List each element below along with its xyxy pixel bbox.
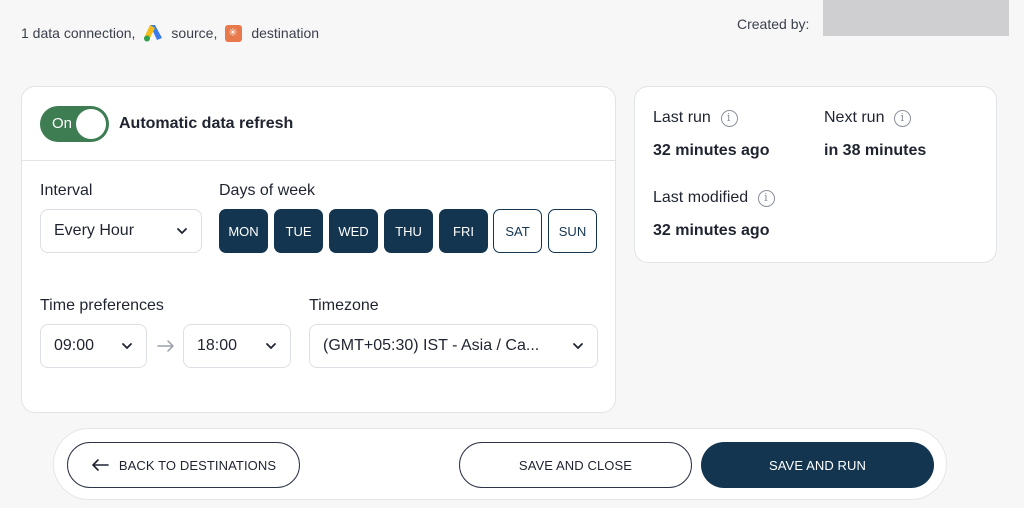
day-sat-toggle[interactable]: SAT [493,209,542,253]
day-thu-toggle[interactable]: THU [384,209,433,253]
end-time-select[interactable]: 18:00 [183,324,291,368]
last-run-label: Last run [653,109,711,126]
next-run-value: in 38 minutes [824,142,927,159]
timezone-value: (GMT+05:30) IST - Asia / Ca... [323,337,540,354]
day-wed-toggle[interactable]: WED [329,209,378,253]
google-ads-icon [144,25,163,42]
refresh-header: On Automatic data refresh [22,87,615,161]
last-run-header: Last run [653,109,738,127]
back-to-destinations-button[interactable]: BACK TO DESTINATIONS [67,442,300,488]
chevron-down-icon [177,228,187,235]
start-time-value: 09:00 [54,337,95,354]
interval-label: Interval [40,182,93,199]
start-time-select[interactable]: 09:00 [40,324,147,368]
info-icon[interactable] [758,189,776,207]
auto-refresh-toggle[interactable]: On [40,105,109,142]
connection-count-text: 1 data connection, [21,25,136,41]
interval-value: Every Hour [54,222,135,239]
chevron-down-icon [122,343,132,350]
interval-select[interactable]: Every Hour [40,209,202,253]
destination-app-icon [225,24,243,42]
footer-action-bar: BACK TO DESTINATIONS SAVE AND CLOSE SAVE… [53,428,947,500]
back-button-label: BACK TO DESTINATIONS [118,457,277,473]
day-mon-toggle[interactable]: MON [219,209,268,253]
redacted-user-name [823,0,1009,36]
arrow-left-icon [92,459,109,471]
chevron-down-icon [266,343,276,350]
timezone-select[interactable]: (GMT+05:30) IST - Asia / Ca... [309,324,598,368]
time-preferences-label: Time preferences [40,297,164,314]
toggle-state-label: On [52,114,73,132]
info-icon[interactable] [894,109,912,127]
last-run-value: 32 minutes ago [653,142,770,159]
timezone-label: Timezone [309,297,379,314]
save-and-run-button[interactable]: SAVE AND RUN [701,442,934,488]
source-text: source, [171,25,218,41]
day-tue-toggle[interactable]: TUE [274,209,323,253]
end-time-value: 18:00 [197,337,238,354]
last-modified-value: 32 minutes ago [653,222,770,239]
chevron-down-icon [573,343,583,350]
days-of-week-label: Days of week [219,182,316,199]
info-icon[interactable] [720,109,738,127]
created-by-label: Created by: [737,16,810,32]
last-modified-label: Last modified [653,189,749,206]
toggle-knob [76,108,106,139]
save-and-close-button[interactable]: SAVE AND CLOSE [459,442,692,488]
next-run-label: Next run [824,109,885,126]
refresh-title: Automatic data refresh [119,114,294,132]
day-sun-toggle[interactable]: SUN [548,209,597,253]
data-connection-summary: 1 data connection, source, destination [21,22,327,44]
refresh-settings-card: On Automatic data refresh Interval Every… [21,86,616,413]
last-modified-header: Last modified [653,189,776,207]
day-fri-toggle[interactable]: FRI [439,209,488,253]
run-status-card: Last run 32 minutes ago Next run in 38 m… [634,86,997,263]
arrow-right-icon [157,340,174,352]
next-run-header: Next run [824,109,912,127]
destination-text: destination [251,25,320,41]
